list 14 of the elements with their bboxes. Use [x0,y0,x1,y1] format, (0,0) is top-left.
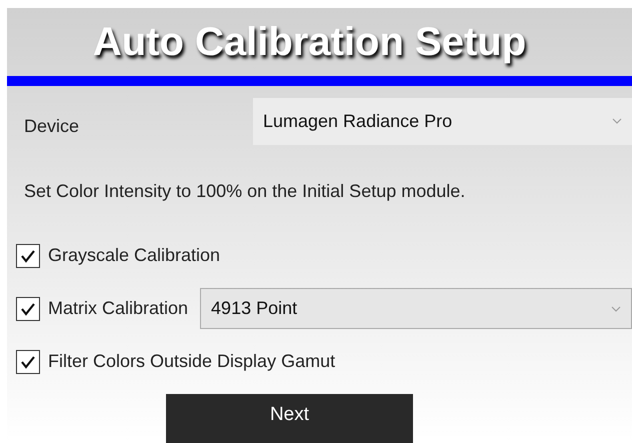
instruction-text: Set Color Intensity to 100% on the Initial Setup module. [23,180,466,202]
checkbox[interactable] [16,350,40,374]
checkbox-label: Matrix Calibration [48,298,188,320]
caret-icon [612,118,622,124]
checkbox[interactable] [16,244,40,268]
checkbox-label: Filter Colors Outside Display Gamut [48,351,336,372]
next-button[interactable]: Next [166,394,413,443]
checkbox[interactable] [16,296,40,321]
device-label: Device [23,116,80,137]
caret-icon [611,306,621,312]
matrix-dropdown[interactable]: 4913 Point [200,288,632,330]
checkbox-label: Grayscale Calibration [48,245,220,266]
window-title: Auto Calibration Setup [92,18,528,66]
device-dropdown[interactable]: Lumagen Radiance Pro [253,98,632,145]
